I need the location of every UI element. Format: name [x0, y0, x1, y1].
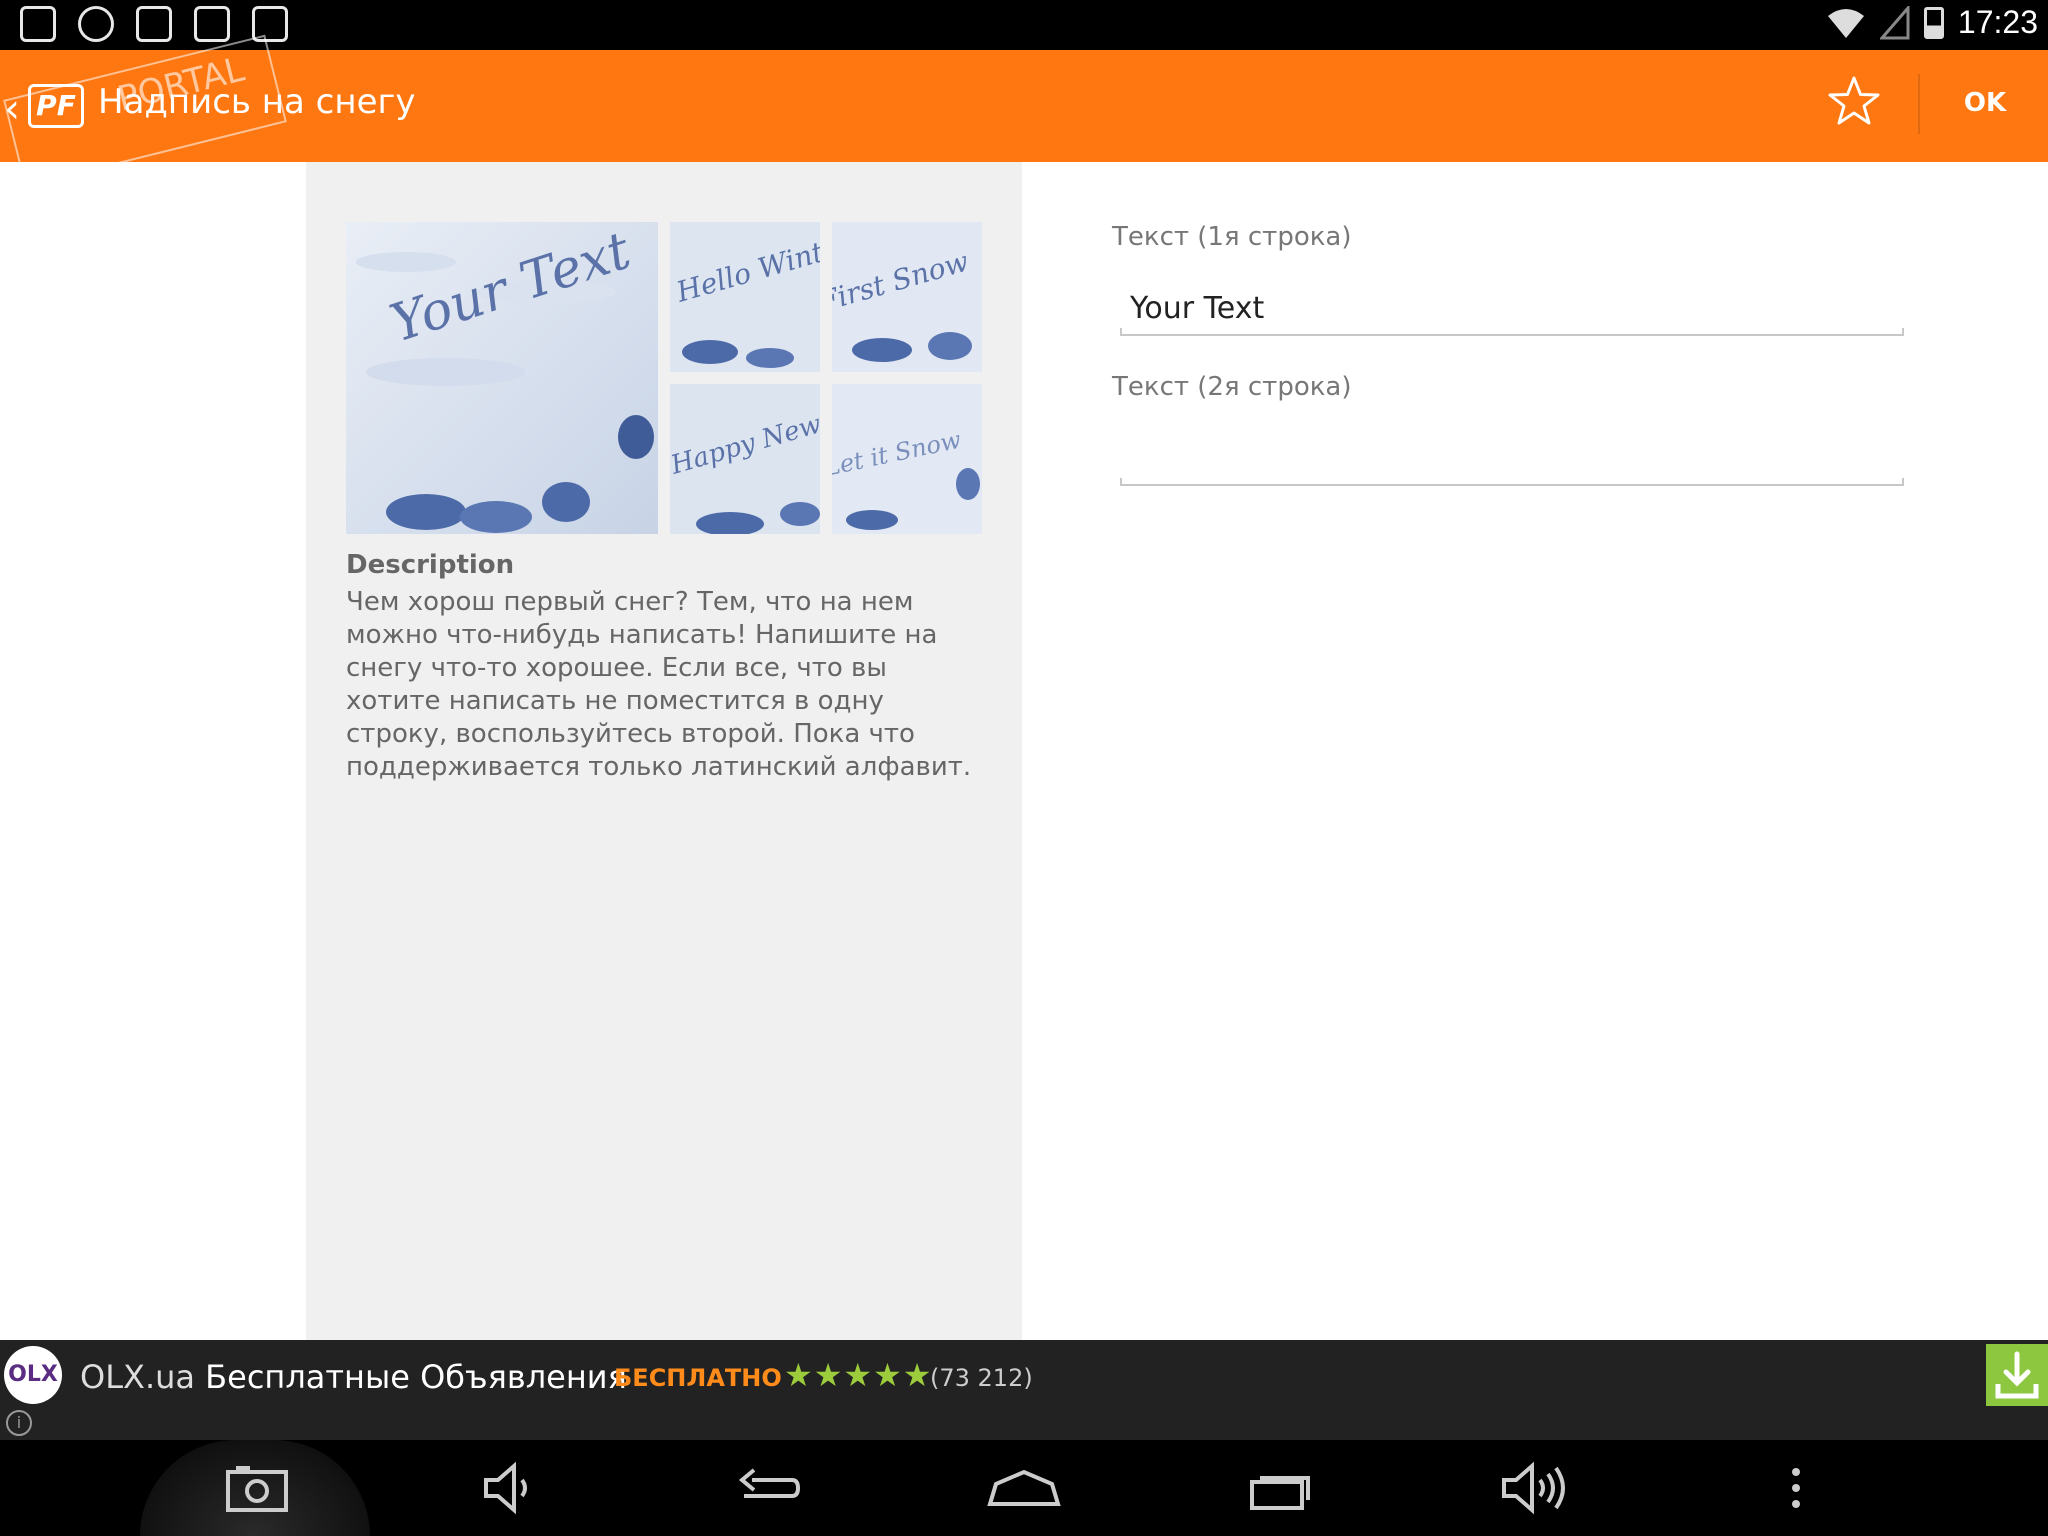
field1-underline	[1120, 328, 1904, 336]
menu-icon[interactable]	[1776, 1458, 1816, 1518]
ad-title: OLX.ua Бесплатные Объявления	[80, 1358, 627, 1396]
volume-down-icon[interactable]	[478, 1458, 548, 1518]
cat-app-icon	[78, 6, 114, 42]
review-count: (73 212)	[930, 1364, 1033, 1392]
field2-underline	[1120, 478, 1904, 486]
field2-label: Текст (2я строка)	[1112, 372, 1352, 402]
gallery-icon	[20, 6, 56, 42]
messenger-icon	[136, 6, 172, 42]
info-icon[interactable]: i	[6, 1410, 32, 1436]
download-icon[interactable]	[1986, 1344, 2048, 1406]
back-icon[interactable]	[732, 1458, 802, 1518]
notification-icons	[20, 6, 288, 42]
thumbnail-happy-new-year[interactable]: Happy New Year	[670, 384, 820, 534]
ad-price: БЕСПЛАТНО	[614, 1364, 782, 1392]
status-bar: 17:23	[0, 0, 2048, 50]
battery-icon	[1923, 6, 1944, 39]
page-title: Надпись на снегу	[98, 82, 416, 122]
favorite-star-icon[interactable]	[1826, 74, 1882, 130]
recent-apps-icon[interactable]	[1246, 1458, 1316, 1518]
thumbnail-first-snow[interactable]: First Snow	[832, 222, 982, 372]
olx-logo: OLX	[4, 1346, 62, 1404]
description-text: Чем хорош первый снег? Тем, что на нем м…	[346, 587, 972, 782]
action-bar: PORTAL ‹ PF Надпись на снегу OK	[0, 34, 2048, 188]
signal-icon	[1879, 5, 1910, 39]
status-right: 17:23	[1826, 4, 2038, 41]
home-icon[interactable]	[986, 1458, 1062, 1518]
ok-button[interactable]: OK	[1940, 88, 2030, 118]
action-divider	[1918, 74, 1920, 134]
thumbnail-main[interactable]: Your Text	[346, 222, 658, 534]
ad-title-rest: Бесплатные Объявления	[205, 1358, 627, 1396]
thumbnail-let-it-snow[interactable]: Let it Snow	[832, 384, 982, 534]
clock: 17:23	[1957, 4, 2038, 40]
wifi-icon	[1827, 8, 1864, 38]
ad-banner[interactable]: OLX i OLX.ua Бесплатные Объявления БЕСПЛ…	[0, 1340, 2048, 1440]
volume-up-icon[interactable]	[1500, 1458, 1570, 1518]
effect-preview-panel: Your Text Hello Winter! First Snow Happy…	[306, 162, 1022, 1340]
navigation-bar	[0, 1440, 2048, 1536]
back-arrow-icon[interactable]: ‹	[4, 86, 20, 132]
star-app-icon	[194, 6, 230, 42]
thumbnail-hello-winter[interactable]: Hello Winter!	[670, 222, 820, 372]
app-logo[interactable]: PF	[28, 84, 84, 128]
rating-stars: ★★★★★	[784, 1356, 933, 1394]
field1-label: Текст (1я строка)	[1112, 222, 1352, 252]
ad-brand: OLX.ua	[80, 1358, 195, 1396]
description-title: Description	[346, 550, 515, 580]
screenshot-icon[interactable]	[222, 1458, 292, 1518]
